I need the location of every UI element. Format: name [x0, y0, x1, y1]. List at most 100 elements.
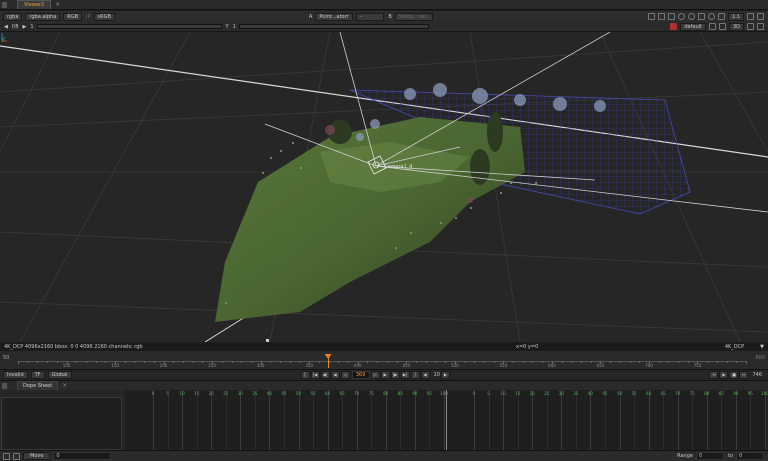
- record-icon[interactable]: [670, 23, 678, 30]
- overlay-icon[interactable]: [677, 13, 685, 20]
- tab-dope-sheet[interactable]: Dope Sheet: [17, 381, 59, 390]
- view-mode-dropdown[interactable]: default: [680, 22, 706, 31]
- compare-mode-dropdown[interactable]: -: [356, 12, 385, 21]
- play-backward-button[interactable]: ◀: [330, 371, 340, 379]
- expand-icon[interactable]: ▼: [760, 344, 764, 350]
- prev-keyframe-button[interactable]: ◀|: [320, 371, 330, 379]
- close-dopesheet-icon[interactable]: ×: [62, 382, 67, 389]
- frame-range-button[interactable]: ↔: [739, 371, 749, 379]
- dopesheet-timeline[interactable]: 0 5 10 15 20 25 30 35 40 45 50 55 60 65 70 75 80 85 90 95 10…: [125, 390, 768, 450]
- proxy-icon[interactable]: [667, 13, 675, 20]
- downrez-icon[interactable]: [717, 13, 725, 20]
- keyframe-icon[interactable]: [3, 452, 10, 460]
- camera-label: Camera1_4: [384, 164, 412, 170]
- alpha-channel-dropdown[interactable]: rgba.alpha: [25, 12, 61, 21]
- slider-end[interactable]: 800: [755, 355, 765, 361]
- panel-menu-icon[interactable]: [2, 1, 7, 8]
- lock-icon[interactable]: [708, 23, 716, 30]
- colorspace-in-dropdown[interactable]: RGB: [63, 12, 83, 21]
- first-frame-button[interactable]: |◀: [310, 371, 320, 379]
- slider-tick: [250, 361, 252, 363]
- viewer-3d-viewport[interactable]: Camera1_4: [0, 32, 768, 342]
- clip-warning-icon[interactable]: [657, 13, 665, 20]
- fullframe-icon[interactable]: [747, 13, 754, 20]
- tab-viewer[interactable]: Viewer2: [17, 0, 52, 9]
- slider-tick: [192, 361, 194, 363]
- dope-tick: [721, 390, 723, 450]
- wireframe-icon[interactable]: [747, 23, 754, 30]
- play-forward-button[interactable]: ▶: [380, 371, 390, 379]
- dopesheet-menu-icon[interactable]: [2, 382, 7, 389]
- colorspace-out-dropdown[interactable]: sRGB: [93, 12, 115, 21]
- dope-tick-label: 15: [194, 391, 200, 396]
- prev-frame-button[interactable]: ◁: [340, 371, 350, 379]
- out-point-button[interactable]: ]: [410, 371, 420, 379]
- lut-icon[interactable]: [707, 13, 715, 20]
- slider-tick: [56, 361, 58, 363]
- guides-icon[interactable]: [697, 13, 705, 20]
- dope-tick: [182, 390, 184, 450]
- range-from-field[interactable]: 0: [695, 452, 724, 460]
- gamma-value[interactable]: 1: [233, 24, 236, 30]
- move-button[interactable]: Move: [23, 452, 51, 460]
- dopesheet-tree[interactable]: [1, 397, 122, 450]
- current-frame-field[interactable]: 369: [351, 371, 370, 379]
- slider-tick: [289, 361, 291, 363]
- gain-slider[interactable]: [36, 24, 222, 29]
- move-field[interactable]: 0: [53, 452, 112, 460]
- multi-key-icon[interactable]: [13, 452, 20, 460]
- end-frame-field[interactable]: 746: [752, 372, 762, 378]
- next-frame-button[interactable]: ▷: [370, 371, 380, 379]
- slider-tick: [134, 361, 136, 363]
- dope-tick: [298, 390, 300, 450]
- skip-back-button[interactable]: ◀: [420, 371, 430, 379]
- dope-tick-label: 80: [704, 391, 710, 396]
- view-3d-dropdown[interactable]: 3D: [728, 22, 744, 31]
- gain-arrow-icon[interactable]: ▶: [23, 24, 27, 30]
- slider-tick: [746, 361, 747, 364]
- lock-range-button[interactable]: ■: [729, 371, 739, 379]
- grid-toggle-icon[interactable]: [757, 23, 764, 30]
- loop-mode-button[interactable]: ⟲: [709, 371, 719, 379]
- in-point-button[interactable]: [: [300, 371, 310, 379]
- dope-tick: [196, 390, 198, 450]
- dope-tick-label: 60: [325, 391, 331, 396]
- tf-dropdown[interactable]: TF: [30, 371, 45, 379]
- status-dropdown[interactable]: Invalid: [3, 371, 28, 379]
- dope-tick: [590, 390, 592, 450]
- last-frame-button[interactable]: ▶|: [400, 371, 410, 379]
- input-process-label[interactable]: IP: [86, 14, 91, 20]
- zoom-dropdown[interactable]: 1:1: [727, 12, 744, 21]
- close-tab-icon[interactable]: ×: [55, 1, 60, 8]
- dope-tick-label: 45: [281, 391, 287, 396]
- range-to-field[interactable]: 0: [736, 452, 764, 460]
- slider-tick: [37, 361, 39, 363]
- camera-icon[interactable]: [718, 23, 726, 30]
- tab-bar: Viewer2 ×: [0, 0, 768, 10]
- roi-icon[interactable]: [647, 13, 655, 20]
- dope-tick: [634, 390, 636, 450]
- snapshot-icon[interactable]: [757, 13, 764, 20]
- channels-dropdown[interactable]: rgba: [3, 12, 23, 21]
- slider-tick-label: 200: [159, 363, 168, 368]
- step-field[interactable]: 10: [434, 372, 440, 378]
- gain-toggle-icon[interactable]: ◀: [4, 24, 8, 30]
- fstop-label[interactable]: f/8: [12, 24, 19, 30]
- next-keyframe-button[interactable]: |▶: [390, 371, 400, 379]
- slider-start[interactable]: 50: [3, 355, 9, 361]
- playback-fps-button[interactable]: ▶: [719, 371, 729, 379]
- input-b-dropdown[interactable]: Shotp...nav: [394, 12, 433, 21]
- skip-forward-button[interactable]: ▶: [440, 371, 450, 379]
- slider-tick: [716, 361, 718, 363]
- status-bar: Move 0 Range 0 to 0: [0, 450, 768, 461]
- mask-icon[interactable]: [687, 13, 695, 20]
- scope-dropdown[interactable]: Global: [47, 371, 72, 379]
- frame-slider[interactable]: 50 100 150 200 250 300 350 400 450 500 550 600 650 7…: [0, 351, 768, 369]
- input-a-dropdown[interactable]: Point...atorr: [315, 12, 354, 21]
- gamma-slider[interactable]: [238, 24, 429, 29]
- dope-tick: [429, 390, 431, 450]
- slider-tick: [619, 361, 621, 363]
- info-bar: 4K_DCP 4096x2160 bbox: 0 0 4096 2160 cha…: [0, 342, 768, 351]
- gain-value[interactable]: 1: [30, 24, 33, 30]
- frame-ruler[interactable]: 100 150 200 250 300 350 400 450 500 550 600 650 700 7…: [18, 354, 747, 368]
